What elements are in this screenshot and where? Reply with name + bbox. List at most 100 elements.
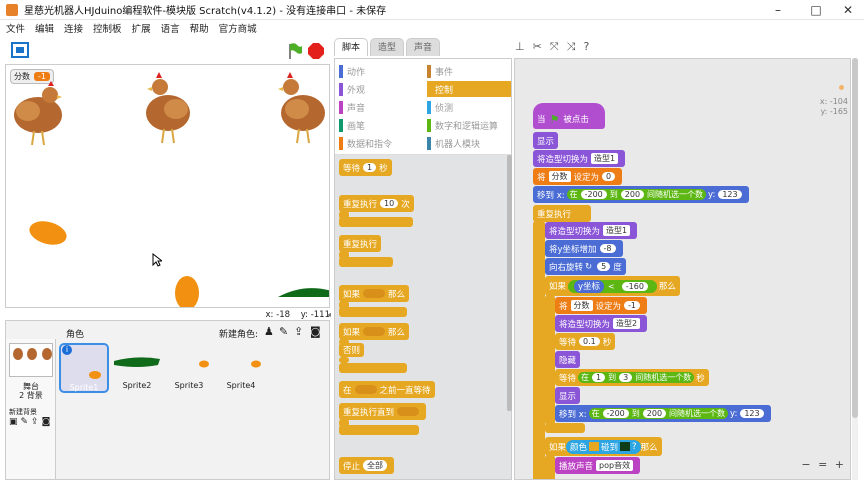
- upload-icon[interactable]: ⇪: [294, 325, 303, 338]
- help-icon[interactable]: ?: [583, 40, 589, 54]
- hen-sprite[interactable]: [271, 69, 330, 145]
- forever-block[interactable]: 重复执行: [339, 235, 382, 252]
- tab-costumes[interactable]: 造型: [370, 38, 405, 56]
- grow-icon[interactable]: ⤧: [550, 40, 559, 54]
- category-sensing[interactable]: 侦测: [427, 99, 511, 115]
- stage[interactable]: 分数 -1: [5, 64, 330, 308]
- menu-extensions[interactable]: 扩展: [132, 21, 151, 35]
- if-else-block[interactable]: 如果 那么: [339, 323, 410, 340]
- camera-icon[interactable]: ◙: [310, 325, 321, 338]
- hen-sprite[interactable]: [138, 69, 198, 145]
- rotate-icon: ↻: [585, 261, 593, 272]
- hide-block[interactable]: 隐藏: [555, 351, 581, 368]
- if-then-block[interactable]: 如果 那么: [339, 285, 410, 302]
- category-motion[interactable]: 动作: [339, 63, 423, 79]
- forever-block-arm: [533, 221, 545, 479]
- sprite2-thumbnail[interactable]: Sprite2: [112, 343, 162, 393]
- color-swatch[interactable]: [589, 442, 600, 451]
- stage-thumbnail[interactable]: [9, 343, 53, 377]
- close-button[interactable]: ✕: [830, 0, 864, 20]
- script-scrollbar-track[interactable]: [852, 58, 858, 480]
- if-then-block-foot[interactable]: [339, 307, 407, 317]
- switch-costume-block[interactable]: 将造型切换为 造型1: [545, 222, 638, 239]
- sprite3-thumbnail[interactable]: Sprite3: [164, 343, 214, 393]
- sprite1-thumbnail[interactable]: i Sprite1: [59, 343, 109, 393]
- stage-thumb-panel[interactable]: 舞台 2 背景 新建背景 ▣✎⇪◙: [6, 339, 56, 479]
- category-events[interactable]: 事件: [427, 63, 511, 79]
- fullscreen-icon[interactable]: [11, 42, 29, 58]
- if-touching-color-block[interactable]: 如果 颜色 碰到? 那么: [545, 437, 662, 456]
- menu-file[interactable]: 文件: [6, 21, 25, 35]
- wait-random-block[interactable]: 等待 在 1 到 3 间随机选一个数 秒: [555, 369, 709, 386]
- category-robot[interactable]: 机器人模块: [427, 135, 511, 151]
- script-coordinates: x: -104 y: -165: [819, 97, 848, 116]
- category-operators[interactable]: 数字和逻辑运算: [427, 117, 511, 133]
- show-block[interactable]: 显示: [533, 132, 559, 149]
- sprite-panel: 角色 新建角色: ♟ ✎ ⇪ ◙ 舞台 2 背景 新建背景 ▣✎⇪◙ i Spr…: [5, 320, 330, 480]
- touching-color-reporter[interactable]: 颜色 碰到?: [566, 439, 641, 454]
- menu-help[interactable]: 帮助: [190, 21, 209, 35]
- paint-icon[interactable]: ✎: [279, 325, 288, 338]
- switch-costume-block[interactable]: 将造型切换为 造型1: [533, 150, 626, 167]
- collapse-arrow-icon[interactable]: ◂: [327, 310, 331, 319]
- goto-xy-block[interactable]: 移到 x: 在 -200 到 200 间随机选一个数 y: 123: [555, 405, 771, 422]
- change-y-block[interactable]: 将y坐标增加 -8: [545, 240, 623, 257]
- repeat-block[interactable]: 重复执行 10 次: [339, 195, 414, 212]
- menu-store[interactable]: 官方商城: [219, 21, 257, 35]
- zoom-in-icon[interactable]: +: [835, 458, 844, 471]
- backdrop-tools-icon[interactable]: ▣✎⇪◙: [9, 417, 53, 427]
- category-sound[interactable]: 声音: [339, 99, 423, 115]
- tab-sounds[interactable]: 声音: [406, 38, 441, 56]
- wait-block[interactable]: 等待 1 秒: [339, 159, 392, 176]
- zoom-reset-icon[interactable]: =: [818, 458, 827, 471]
- palette-scrollbar[interactable]: [507, 155, 512, 411]
- category-data[interactable]: 数据和指令: [339, 135, 423, 151]
- menu-board[interactable]: 控制板: [93, 21, 122, 35]
- sprite-library-icon[interactable]: ♟: [264, 325, 274, 338]
- hen-sprite[interactable]: [6, 73, 66, 149]
- script-scrollbar-thumb[interactable]: [852, 58, 858, 418]
- green-leaf-sprite[interactable]: [276, 285, 330, 301]
- show-block[interactable]: 显示: [555, 387, 581, 404]
- stage-toolbar: [5, 38, 330, 64]
- menu-edit[interactable]: 编辑: [35, 21, 54, 35]
- shrink-icon[interactable]: ⤨: [567, 40, 576, 54]
- else-label: 否则: [339, 343, 365, 357]
- duplicate-icon[interactable]: ⊥: [515, 40, 525, 54]
- orange-egg-sprite[interactable]: [174, 273, 200, 308]
- when-flag-clicked-hat[interactable]: 当 ⚑ 被点击: [533, 103, 605, 129]
- menu-language[interactable]: 语言: [161, 21, 180, 35]
- set-variable-block[interactable]: 将分数 设定为 0: [533, 168, 623, 185]
- maximize-button[interactable]: □: [798, 0, 834, 20]
- play-sound-block[interactable]: 播放声音 pop音效: [555, 457, 641, 474]
- stop-icon[interactable]: [308, 43, 324, 59]
- wait-until-block[interactable]: 在 之前一直等待: [339, 381, 435, 398]
- y-position-reporter[interactable]: y坐标: [574, 279, 605, 293]
- script-area[interactable]: x: -104 y: -165 当 ⚑ 被点击 显示 将造型切换为 造型1 将分数…: [514, 58, 851, 480]
- category-pen[interactable]: 画笔: [339, 117, 423, 133]
- wait-block[interactable]: 等待 0.1 秒: [555, 333, 616, 350]
- turn-right-block[interactable]: 向右旋转 ↻ 5 度: [545, 258, 626, 275]
- color-swatch[interactable]: [620, 442, 631, 451]
- repeat-until-block-foot[interactable]: [339, 425, 419, 435]
- if-then-block[interactable]: 如果 y坐标 < -160 那么: [545, 276, 680, 296]
- forever-block[interactable]: 重复执行: [533, 205, 591, 222]
- green-flag-icon[interactable]: [287, 42, 303, 60]
- goto-xy-block[interactable]: 移到 x: 在 -200 到 200 间随机选一个数 y: 123: [533, 186, 749, 203]
- if-else-block-foot[interactable]: [339, 363, 407, 373]
- cut-icon[interactable]: ✂: [533, 40, 542, 54]
- repeat-until-block[interactable]: 重复执行直到: [339, 403, 427, 420]
- category-looks[interactable]: 外观: [339, 81, 423, 97]
- orange-egg-sprite[interactable]: [28, 220, 68, 246]
- sprite4-thumbnail[interactable]: Sprite4: [216, 343, 266, 393]
- stop-block[interactable]: 停止 全部: [339, 457, 395, 474]
- category-control[interactable]: 控制: [427, 81, 511, 97]
- set-variable-block[interactable]: 将分数 设定为 -1: [555, 297, 648, 314]
- menu-connect[interactable]: 连接: [64, 21, 83, 35]
- minimize-button[interactable]: –: [760, 0, 796, 20]
- forever-block-foot[interactable]: [339, 257, 393, 267]
- zoom-out-icon[interactable]: −: [801, 458, 810, 471]
- switch-costume-block[interactable]: 将造型切换为 造型2: [555, 315, 648, 332]
- tab-scripts[interactable]: 脚本: [334, 38, 369, 56]
- repeat-block-foot[interactable]: [339, 217, 413, 227]
